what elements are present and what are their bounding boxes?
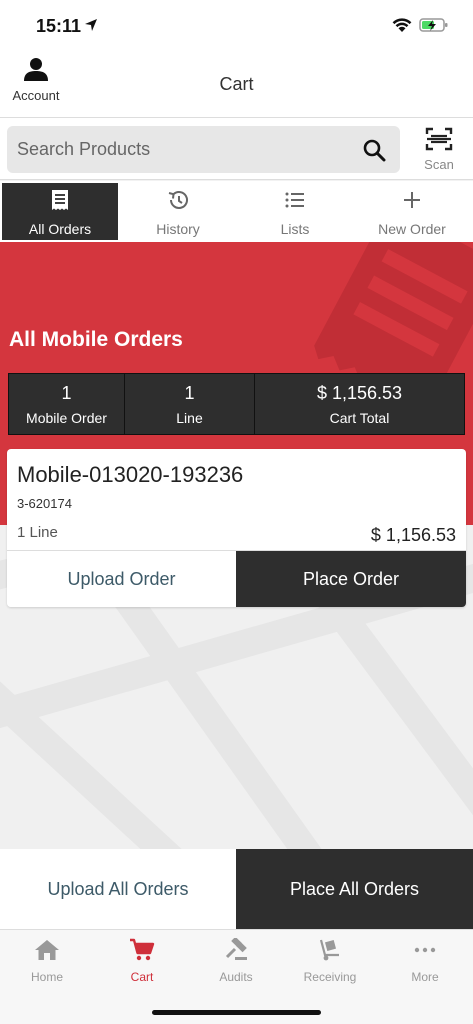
- stat-value: 1: [184, 382, 195, 403]
- stat-lines: 1 Line: [125, 374, 255, 434]
- tabbar-label: Receiving: [303, 970, 357, 984]
- stat-label: Line: [176, 409, 203, 426]
- tab-lists[interactable]: Lists: [237, 183, 353, 240]
- home-icon: [35, 940, 59, 960]
- home-indicator[interactable]: [152, 1010, 321, 1015]
- location-arrow-icon: [85, 19, 97, 31]
- wifi-icon: [392, 18, 412, 32]
- receipt-icon: [52, 190, 68, 210]
- stat-label: Mobile Order: [26, 409, 107, 426]
- receipt-watermark-icon: [314, 242, 473, 382]
- place-all-orders-button[interactable]: Place All Orders: [236, 849, 473, 929]
- upload-order-button[interactable]: Upload Order: [7, 551, 236, 607]
- section-title: All Mobile Orders: [9, 328, 183, 351]
- history-icon: [168, 191, 188, 209]
- bottom-tab-bar: Home Cart Audits Receiving More: [0, 929, 473, 1024]
- status-time: 15:11: [36, 16, 82, 36]
- tabbar-label: Audits: [219, 970, 253, 984]
- order-card[interactable]: Mobile-013020-193236 3-620174 1 Line $ 1…: [7, 449, 466, 607]
- stat-mobile-orders: 1 Mobile Order: [9, 374, 125, 434]
- battery-charging-icon: [419, 18, 448, 32]
- order-total: $ 1,156.53: [370, 525, 456, 545]
- cart-icon: [130, 938, 155, 961]
- nav-bar: Account Cart: [0, 50, 473, 118]
- gavel-icon: [225, 938, 247, 960]
- more-dots-icon: [414, 947, 436, 953]
- tabbar-label: Home: [30, 970, 63, 984]
- tabbar-item-home[interactable]: Home: [0, 938, 94, 984]
- tabbar-label: More: [411, 970, 439, 984]
- search-row: Scan: [0, 118, 473, 180]
- stat-cart-total: $ 1,156.53 Cart Total: [255, 374, 464, 434]
- order-name: Mobile-013020-193236: [17, 462, 244, 487]
- hand-truck-icon: [319, 939, 339, 961]
- tabbar-label: Cart: [130, 970, 154, 984]
- order-account-number: 3-620174: [17, 496, 72, 511]
- upload-all-orders-button[interactable]: Upload All Orders: [0, 849, 236, 929]
- bulk-actions: Upload All Orders Place All Orders: [0, 849, 473, 929]
- tab-label: New Order: [378, 221, 446, 237]
- stat-value: $ 1,156.53: [316, 382, 403, 403]
- scan-button[interactable]: Scan: [414, 126, 464, 174]
- search-icon[interactable]: [362, 138, 386, 162]
- status-bar: 15:11: [0, 0, 473, 50]
- tabbar-item-receiving[interactable]: Receiving: [283, 938, 377, 984]
- list-icon: [285, 192, 304, 208]
- order-tabs: All Orders History Lists New Order: [0, 181, 473, 242]
- tabbar-item-audits[interactable]: Audits: [189, 938, 283, 984]
- tabbar-item-more[interactable]: More: [378, 938, 472, 984]
- tab-all-orders[interactable]: All Orders: [2, 183, 118, 240]
- tab-label: All Orders: [28, 221, 92, 237]
- search-box: [7, 126, 400, 173]
- order-line-count: 1 Line: [17, 524, 58, 541]
- tab-label: Lists: [280, 221, 310, 237]
- tab-label: History: [156, 221, 200, 237]
- stats-bar: 1 Mobile Order 1 Line $ 1,156.53 Cart To…: [8, 373, 465, 435]
- scan-icon: [425, 127, 453, 151]
- tabbar-item-cart[interactable]: Cart: [95, 938, 189, 984]
- search-input[interactable]: [17, 126, 347, 173]
- stat-value: 1: [61, 382, 72, 403]
- plus-icon: [404, 192, 420, 208]
- order-actions: Upload Order Place Order: [7, 550, 466, 607]
- scan-label: Scan: [424, 157, 454, 172]
- tab-new-order[interactable]: New Order: [354, 183, 470, 240]
- stat-label: Cart Total: [329, 409, 390, 426]
- tab-history[interactable]: History: [120, 183, 236, 240]
- page-title: Cart: [219, 74, 254, 94]
- place-order-button[interactable]: Place Order: [236, 551, 466, 607]
